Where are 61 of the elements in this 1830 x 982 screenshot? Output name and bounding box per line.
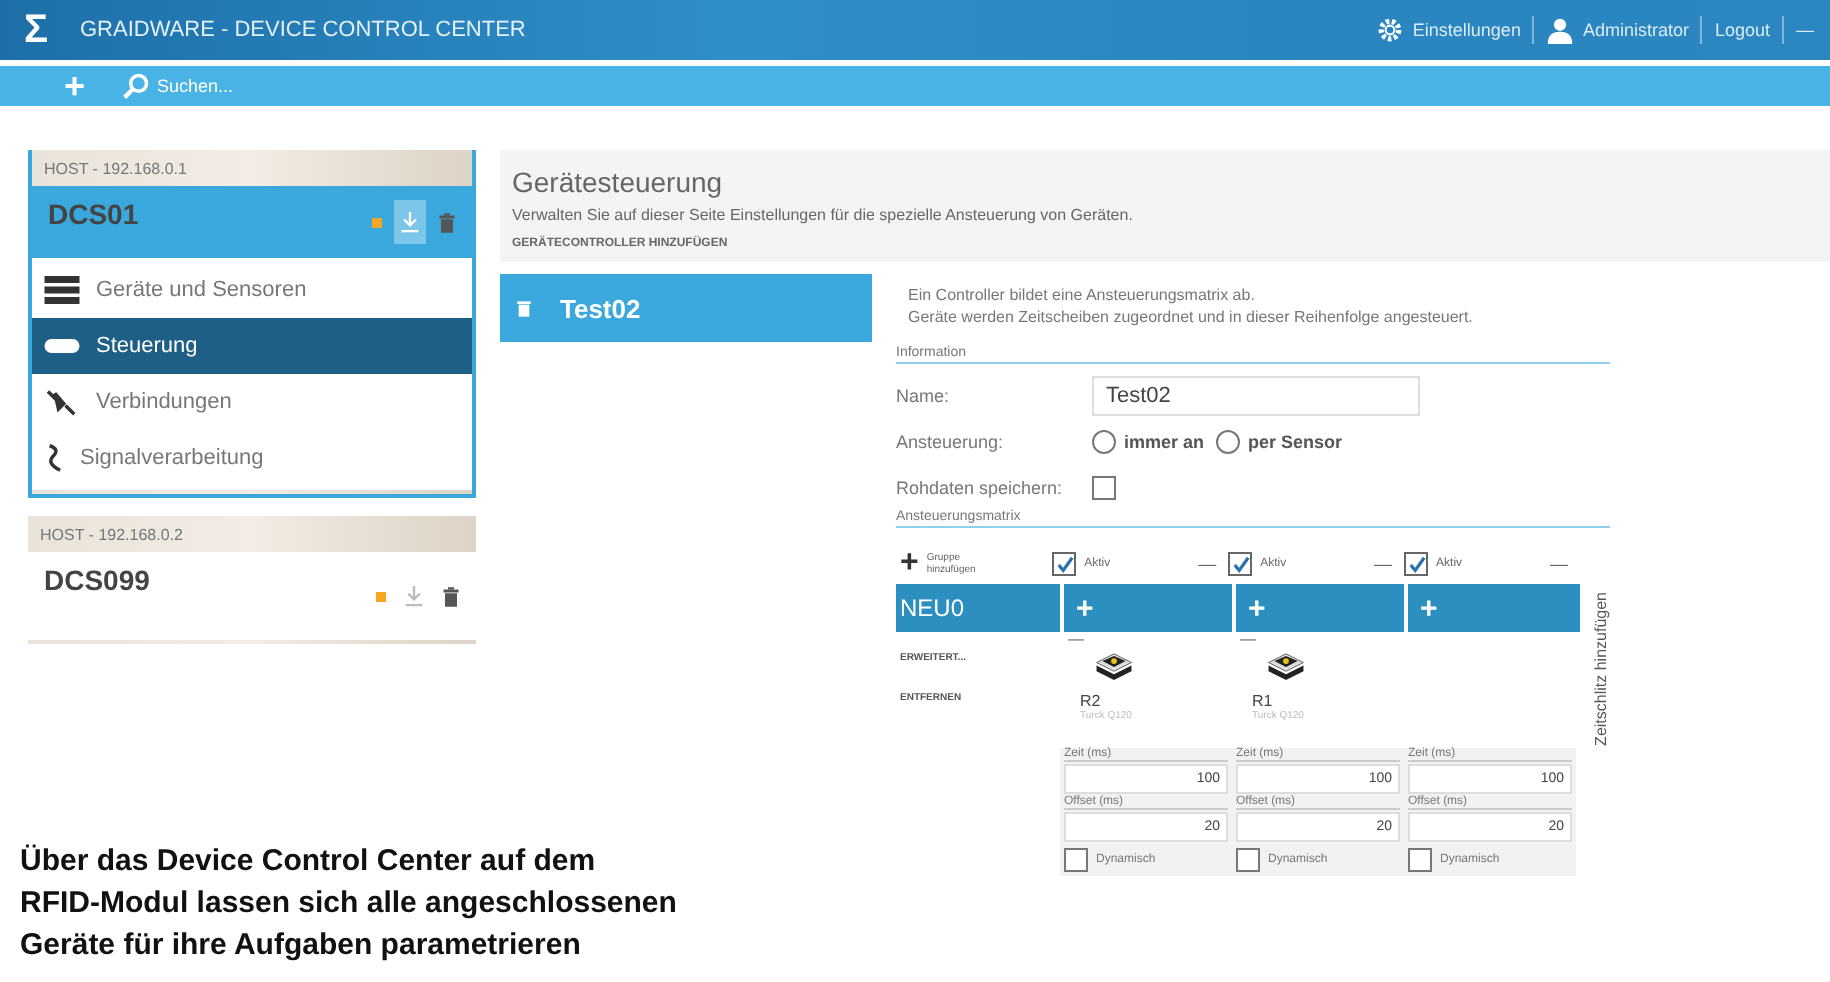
remove-device-button[interactable]: — [1068,632,1084,648]
sensor-device-icon [1264,648,1308,680]
app-title: GRAIDWARE - DEVICE CONTROL CENTER [80,18,526,42]
menu-item[interactable]: Verbindungen [32,374,472,430]
host-address: HOST - 192.168.0.2 [40,525,183,543]
user-button[interactable]: Administrator [1546,16,1689,44]
page-description: Verwalten Sie auf dieser Seite Einstellungen für die spezielle Ansteuerung von Geräten. [512,206,1135,224]
radio-label: immer an [1124,431,1205,451]
caption-text: RFID-Modul lassen sich alle angeschlossenen [20,886,677,920]
caption-text: Über das Device Control Center auf dem [20,844,598,878]
host-address: HOST - 192.168.0.1 [44,159,187,177]
host-name[interactable]: DCS099 [44,552,150,596]
menu-item[interactable]: Steuerung [32,318,472,374]
radio-label: per Sensor [1248,431,1343,451]
checkbox[interactable] [1052,552,1077,576]
remove-button[interactable]: — [1198,554,1217,574]
intro-text: Geräte werden Zeitscheiben zugeordnet und in dieser Reihenfolge angesteuert. [908,308,1475,326]
add-device-button[interactable]: + [1404,584,1576,632]
menu-item[interactable]: Signalverarbeitung [32,430,472,486]
checkbox[interactable] [1236,848,1260,872]
search-icon [121,72,150,100]
remove-button[interactable]: — [1550,554,1568,574]
remove-button[interactable]: — [1374,554,1393,574]
checkbox[interactable] [1404,552,1429,576]
trash-icon [516,298,532,318]
host-name[interactable]: DCS01 [48,186,139,230]
radio-button[interactable] [1216,429,1241,453]
caption-text: Geräte für ihre Aufgaben parametrieren [20,928,583,962]
sensor-device-icon [1092,648,1136,680]
user-icon [1546,16,1575,44]
add-time-slot-link[interactable]: Zeitschlitz hinzufügen [1592,592,1610,746]
add-group-button[interactable]: + [896,546,919,582]
menu-item[interactable]: Geräte und Sensoren [32,262,472,318]
checkbox[interactable] [1408,848,1432,872]
plug-icon [44,388,80,416]
checkbox[interactable] [1092,475,1116,499]
device-name: R1 [1252,692,1273,710]
logout-link[interactable]: Logout [1714,20,1770,40]
download-icon [404,584,424,608]
remove-device-button[interactable]: — [1240,632,1256,648]
device-name: R2 [1080,692,1101,710]
download-icon [400,210,420,234]
radio-button[interactable] [1092,429,1116,453]
server-icon [44,276,80,304]
minimize-button[interactable]: — [1796,20,1814,40]
field-label: Rohdaten speichern: [896,477,1065,497]
add-device-button[interactable]: + [1232,584,1404,632]
name-field[interactable]: Test02 [1092,375,1420,415]
checkbox[interactable] [1064,848,1088,872]
logo-icon: Σ [16,10,56,50]
page-title: Gerätesteuerung [512,166,725,198]
trash-icon[interactable] [442,585,460,607]
wave-icon [44,444,64,472]
settings-icon [1376,16,1405,44]
field-label: Ansteuerung: [896,431,1006,451]
add-device-button[interactable]: + [1060,584,1232,632]
field-label: Name: [896,385,952,405]
settings-button[interactable]: Einstellungen [1376,16,1521,44]
group-name: NEU0 [898,594,967,622]
checkbox[interactable] [1228,552,1253,576]
intro-text: Ein Controller bildet eine Ansteuerungsmatrix ab. [908,286,1257,304]
